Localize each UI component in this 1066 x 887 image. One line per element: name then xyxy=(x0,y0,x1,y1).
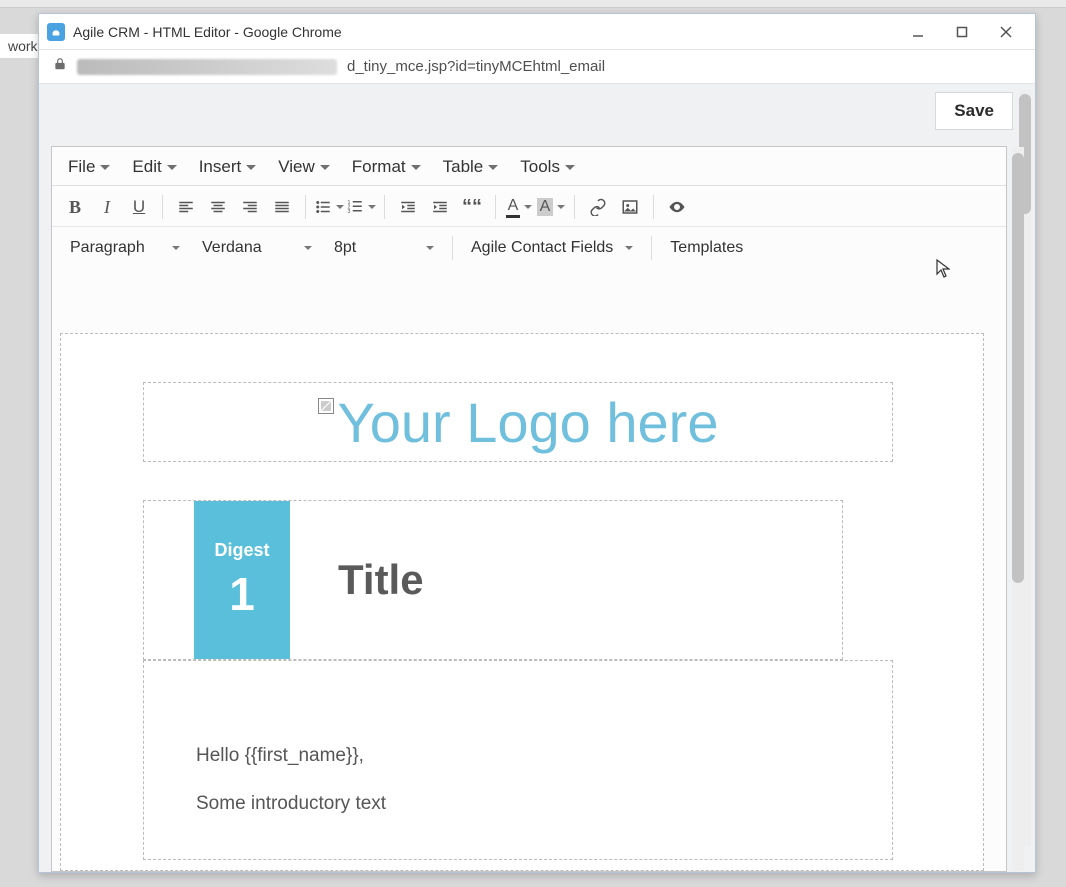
logo-placeholder[interactable]: Your Logo here xyxy=(143,382,893,462)
caret-icon xyxy=(320,165,330,170)
window-minimize-button[interactable] xyxy=(907,21,929,43)
menu-edit-label: Edit xyxy=(132,157,161,177)
font-family-label: Verdana xyxy=(202,239,262,257)
menu-tools-label: Tools xyxy=(520,157,560,177)
image-button[interactable] xyxy=(615,192,645,222)
intro-line[interactable]: Some introductory text xyxy=(196,793,840,815)
caret-icon xyxy=(172,246,180,250)
toolbar-row-1: B I U 123 ““ A A xyxy=(52,185,1006,226)
toolbar-separator xyxy=(452,236,453,260)
save-button[interactable]: Save xyxy=(935,92,1013,130)
toolbar-separator xyxy=(305,195,306,219)
title-row[interactable]: Digest 1 Title xyxy=(143,500,843,660)
menu-insert[interactable]: Insert xyxy=(199,157,257,177)
caret-icon xyxy=(411,165,421,170)
caret-icon xyxy=(100,165,110,170)
menu-file-label: File xyxy=(68,157,95,177)
templates-button[interactable]: Templates xyxy=(660,233,753,263)
menu-table-label: Table xyxy=(443,157,484,177)
toolbar-separator xyxy=(384,195,385,219)
url-blurred-part xyxy=(77,59,337,75)
block-format-select[interactable]: Paragraph xyxy=(60,233,190,263)
block-format-label: Paragraph xyxy=(70,239,145,257)
caret-icon xyxy=(426,246,434,250)
title-text[interactable]: Title xyxy=(290,501,424,659)
mouse-cursor-icon xyxy=(936,259,950,279)
caret-icon xyxy=(524,205,532,209)
toolbar-separator xyxy=(495,195,496,219)
editor-canvas[interactable]: Your Logo here Digest 1 Title Hello {{fi… xyxy=(60,333,984,871)
digest-chip: Digest 1 xyxy=(194,501,290,659)
chrome-window: Agile CRM - HTML Editor - Google Chrome … xyxy=(38,13,1036,873)
preview-button[interactable] xyxy=(662,192,692,222)
window-close-button[interactable] xyxy=(995,21,1017,43)
caret-icon xyxy=(246,165,256,170)
toolbar-row-2: Paragraph Verdana 8pt Agile Contact Fiel… xyxy=(52,226,1006,267)
align-right-button[interactable] xyxy=(235,192,265,222)
outdent-button[interactable] xyxy=(393,192,423,222)
editor-panel: File Edit Insert View Format Table Tools… xyxy=(51,146,1007,872)
menu-format[interactable]: Format xyxy=(352,157,421,177)
greeting-line[interactable]: Hello {{first_name}}, xyxy=(196,745,840,767)
app-icon xyxy=(47,23,65,41)
font-size-select[interactable]: 8pt xyxy=(324,233,444,263)
text-color-button[interactable]: A xyxy=(504,192,534,222)
window-title: Agile CRM - HTML Editor - Google Chrome xyxy=(73,24,907,40)
caret-icon xyxy=(167,165,177,170)
align-center-button[interactable] xyxy=(203,192,233,222)
window-titlebar: Agile CRM - HTML Editor - Google Chrome xyxy=(39,14,1035,50)
menu-edit[interactable]: Edit xyxy=(132,157,176,177)
menu-insert-label: Insert xyxy=(199,157,242,177)
menu-bar: File Edit Insert View Format Table Tools xyxy=(52,147,1006,185)
italic-button[interactable]: I xyxy=(92,192,122,222)
caret-icon xyxy=(368,205,376,209)
align-left-button[interactable] xyxy=(171,192,201,222)
svg-text:3: 3 xyxy=(348,209,351,215)
digest-label: Digest xyxy=(214,540,269,561)
toolbar-separator xyxy=(651,236,652,260)
indent-button[interactable] xyxy=(425,192,455,222)
font-size-label: 8pt xyxy=(334,239,356,257)
window-maximize-button[interactable] xyxy=(951,21,973,43)
menu-tools[interactable]: Tools xyxy=(520,157,575,177)
url-bar: d_tiny_mce.jsp?id=tinyMCEhtml_email xyxy=(39,50,1035,84)
background-tab-bar xyxy=(0,0,1066,8)
menu-view[interactable]: View xyxy=(278,157,330,177)
editor-outer: Save File Edit Insert View Format Table … xyxy=(39,84,1035,872)
caret-icon xyxy=(488,165,498,170)
caret-icon xyxy=(625,246,633,250)
font-family-select[interactable]: Verdana xyxy=(192,233,322,263)
menu-view-label: View xyxy=(278,157,315,177)
caret-icon xyxy=(336,205,344,209)
toolbar-separator xyxy=(653,195,654,219)
logo-text: Your Logo here xyxy=(338,390,719,455)
broken-image-icon xyxy=(318,398,334,414)
canvas-scrollbar[interactable] xyxy=(1012,147,1024,871)
agile-fields-dropdown[interactable]: Agile Contact Fields xyxy=(461,233,643,263)
align-justify-button[interactable] xyxy=(267,192,297,222)
numbered-list-button[interactable]: 123 xyxy=(346,192,376,222)
bold-button[interactable]: B xyxy=(60,192,90,222)
digest-number: 1 xyxy=(229,567,255,621)
menu-file[interactable]: File xyxy=(68,157,110,177)
underline-button[interactable]: U xyxy=(124,192,154,222)
menu-format-label: Format xyxy=(352,157,406,177)
url-visible-part: d_tiny_mce.jsp?id=tinyMCEhtml_email xyxy=(347,58,605,75)
lock-icon xyxy=(53,57,67,76)
toolbar-separator xyxy=(162,195,163,219)
caret-icon xyxy=(565,165,575,170)
menu-table[interactable]: Table xyxy=(443,157,499,177)
agile-fields-label: Agile Contact Fields xyxy=(471,239,613,257)
background-color-button[interactable]: A xyxy=(536,192,566,222)
templates-label: Templates xyxy=(670,239,743,257)
bullet-list-button[interactable] xyxy=(314,192,344,222)
caret-icon xyxy=(304,246,312,250)
blockquote-button[interactable]: ““ xyxy=(457,192,487,222)
link-button[interactable] xyxy=(583,192,613,222)
body-text-box[interactable]: Hello {{first_name}}, Some introductory … xyxy=(143,660,893,860)
caret-icon xyxy=(557,205,565,209)
toolbar-separator xyxy=(574,195,575,219)
